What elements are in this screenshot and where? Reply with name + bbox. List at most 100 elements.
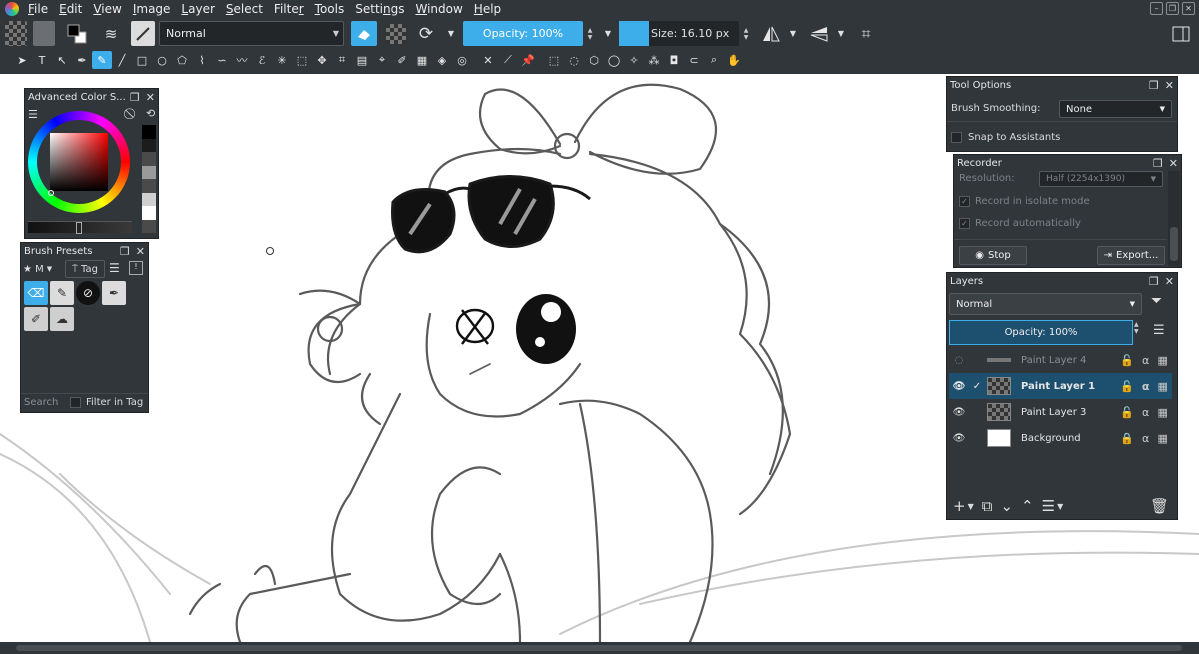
size-slider[interactable]: Size: 16.10 px [619,21,739,46]
alpha-lock-icon[interactable]: α [1142,432,1149,445]
polygon-tool-icon[interactable]: ⬠ [172,51,192,69]
brush-smoothing-select[interactable]: None ▼ [1059,100,1172,118]
reference-images-tool-icon[interactable]: 📌 [518,51,538,69]
chevron-down-icon[interactable]: ▼ [1057,502,1063,511]
close-panel-icon[interactable]: ✕ [146,91,155,104]
view-menu-icon[interactable]: ☰ [109,261,120,275]
filter-in-tag-checkbox[interactable] [70,397,81,408]
mirror-vertical-icon[interactable] [808,21,830,46]
float-panel-icon[interactable]: ❐ [1149,275,1159,288]
line-tool-icon[interactable]: ╱ [112,51,132,69]
reload-preset-icon[interactable]: ⟳ [414,21,438,46]
close-panel-icon[interactable]: ✕ [1165,275,1174,288]
rectangular-selection-icon[interactable]: ⬚ [544,51,564,69]
lock-icon[interactable]: 🔓 [1120,380,1134,393]
rectangle-tool-icon[interactable]: □ [132,51,152,69]
duplicate-layer-icon[interactable]: ⧉ [982,497,993,515]
measure-tool-icon[interactable]: ⟋ [498,51,518,69]
scrollbar-thumb[interactable] [16,645,1182,651]
record-auto-checkbox[interactable]: ✓ [959,218,970,229]
menu-edit[interactable]: Edit [54,2,88,16]
visibility-icon[interactable]: 👁 [949,381,969,392]
color-picker-ring[interactable] [48,190,54,196]
color-slider[interactable] [28,221,132,234]
float-panel-icon[interactable]: ❐ [1153,157,1163,170]
close-panel-icon[interactable]: ✕ [1165,79,1174,92]
crop-tool-icon[interactable]: ⌗ [332,51,352,69]
preserve-alpha-button[interactable] [386,24,406,44]
edit-shapes-tool-icon[interactable]: ↖ [52,51,72,69]
record-auto-option[interactable]: ✓ Record automatically [959,218,1081,229]
fill-tool-icon[interactable]: ◈ [432,51,452,69]
alpha-lock-icon[interactable]: α [1142,406,1149,419]
similar-color-selection-icon[interactable]: ⁂ [644,51,664,69]
chevron-down-icon[interactable]: ▼ [601,21,615,46]
bezier-selection-icon[interactable]: ◘ [664,51,684,69]
enclose-fill-tool-icon[interactable]: ◎ [452,51,472,69]
menu-image[interactable]: Image [128,2,177,16]
close-panel-icon[interactable]: ✕ [136,245,145,258]
chevron-down-icon[interactable]: ▼ [444,21,458,46]
current-brush-preset[interactable] [131,21,155,46]
close-icon[interactable]: ✕ [1182,2,1195,15]
calligraphy-tool-icon[interactable]: ✒ [72,51,92,69]
layer-opacity-slider[interactable]: Opacity: 100% [949,320,1133,345]
brush-editor-icon[interactable]: ≋ [100,21,122,46]
colorize-mask-tool-icon[interactable]: ✐ [392,51,412,69]
saturation-value-square[interactable] [50,133,108,191]
layer-opacity-spinner[interactable]: ▲ ▼ [1134,321,1144,335]
import-icon[interactable]: ! [129,261,143,275]
smart-patch-tool-icon[interactable]: ▦ [412,51,432,69]
float-panel-icon[interactable]: ❐ [130,91,140,104]
visibility-off-icon[interactable]: ◌ [949,355,969,366]
brush-search-input[interactable]: Search [24,397,70,408]
brush-preset-round[interactable]: ⊘ [76,281,100,305]
color-shade-swatch[interactable] [142,138,156,152]
float-panel-icon[interactable]: ❐ [120,245,130,258]
move-layer-up-icon[interactable]: ⌃ [1021,497,1034,515]
visibility-icon[interactable]: 👁 [949,407,969,418]
lock-icon[interactable]: 🔓 [1120,354,1134,367]
color-shade-swatch[interactable] [142,219,156,233]
layer-row[interactable]: 👁 Paint Layer 3 🔓 α ▦ [949,399,1172,425]
opacity-spinner[interactable]: ▲ ▼ [584,21,596,46]
add-layer-icon[interactable]: + [953,497,966,515]
ellipse-tool-icon[interactable]: ○ [152,51,172,69]
menu-layer[interactable]: Layer [176,2,220,16]
assistant-tool-icon[interactable]: ✕ [478,51,498,69]
snap-to-assistants[interactable]: Snap to Assistants [951,132,1060,143]
delete-layer-icon[interactable]: 🗑 [1150,497,1169,515]
color-shades-strip[interactable] [142,125,156,233]
chevron-down-icon[interactable]: ▼ [787,21,799,46]
record-isolate-checkbox[interactable]: ✓ [959,196,970,207]
inherit-alpha-icon[interactable]: ▦ [1157,432,1167,445]
chevron-down-icon[interactable]: ▼ [968,502,974,511]
close-panel-icon[interactable]: ✕ [1169,157,1178,170]
menu-settings[interactable]: Settings [350,2,410,16]
contiguous-selection-icon[interactable]: ✧ [624,51,644,69]
float-panel-icon[interactable]: ❐ [1149,79,1159,92]
opacity-slider[interactable]: Opacity: 100% [463,21,583,46]
visibility-icon[interactable]: 👁 [949,433,969,444]
color-wheel[interactable] [28,111,130,213]
gradient-tool-icon[interactable]: ▤ [352,51,372,69]
menu-file[interactable]: File [23,2,54,16]
tag-button[interactable]: ⍑ Tag [65,260,105,278]
inherit-alpha-icon[interactable]: ▦ [1157,354,1167,367]
record-isolate-option[interactable]: ✓ Record in isolate mode [959,196,1090,207]
lock-icon[interactable]: 🔒 [1120,432,1134,445]
layer-row[interactable]: 👁 ✓ Paint Layer 1 🔓 α ▦ [949,373,1172,399]
color-shade-swatch[interactable] [142,125,156,139]
polygonal-selection-icon[interactable]: ⬡ [584,51,604,69]
resolution-select[interactable]: Half (2254x1390) ▼ [1039,171,1163,187]
magnetic-selection-icon[interactable]: ⊂ [684,51,704,69]
lock-icon[interactable]: 🔓 [1120,406,1134,419]
scrollbar-thumb[interactable] [1170,227,1178,261]
menu-view[interactable]: View [88,2,127,16]
freehand-path-tool-icon[interactable]: 〰 [232,51,252,69]
move-layer-down-icon[interactable]: ⌄ [1000,497,1013,515]
brush-preset-ink[interactable]: ✒ [102,281,126,305]
wrap-around-icon[interactable]: ⌗ [855,21,877,46]
layer-row[interactable]: 👁 Background 🔒 α ▦ [949,425,1172,451]
inherit-alpha-icon[interactable]: ▦ [1157,406,1167,419]
